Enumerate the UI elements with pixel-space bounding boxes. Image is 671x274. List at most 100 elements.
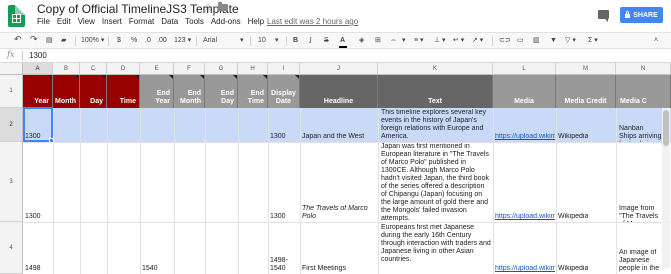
menu-insert[interactable]: Insert	[102, 17, 122, 26]
header-cell-display-date[interactable]: Display Date	[268, 75, 300, 108]
cell-a3-year[interactable]: 1300	[25, 213, 41, 221]
cell-j2-headline[interactable]: Japan and the West	[302, 133, 364, 141]
cell-i4-display-date[interactable]: 1498-1540	[270, 257, 299, 273]
column-header-l[interactable]: L	[493, 63, 556, 75]
insert-comment-icon[interactable]: ▭	[517, 36, 524, 46]
column-header-d[interactable]: D	[107, 63, 140, 75]
row-header-3[interactable]: 3	[0, 142, 23, 222]
folder-icon[interactable]	[218, 2, 228, 11]
font-size-arrow-icon[interactable]: ▾	[275, 36, 279, 46]
font-size-select[interactable]: 10	[258, 36, 266, 46]
merge-dropdown-icon[interactable]: ▾	[402, 36, 406, 46]
comments-icon[interactable]	[598, 10, 609, 22]
spreadsheet-grid[interactable]: A B C D E F G H I J K L M N 1 2 3 4 Year…	[0, 63, 671, 274]
cell-k2-text[interactable]: This timeline explores several key event…	[381, 109, 491, 142]
row-header-2[interactable]: 2	[0, 108, 23, 142]
paint-format-icon[interactable]: ▰	[61, 36, 66, 46]
strikethrough-button[interactable]: S	[324, 36, 329, 46]
cell-m2-credit[interactable]: Wikipedia	[558, 133, 588, 141]
header-cell-text[interactable]: Text	[378, 75, 493, 108]
menu-help[interactable]: Help	[248, 17, 264, 26]
column-header-a[interactable]: A	[23, 63, 53, 75]
vertical-align-icon[interactable]: ⊥ ▾	[434, 36, 446, 46]
cell-m4-credit[interactable]: Wikipedia	[558, 265, 588, 273]
horizontal-align-icon[interactable]: ≡ ▾	[414, 36, 424, 46]
header-cell-media-caption[interactable]: Media C	[616, 75, 671, 108]
undo-icon[interactable]: ↶	[14, 34, 22, 44]
column-header-f[interactable]: F	[174, 63, 205, 75]
select-all-corner[interactable]	[0, 63, 23, 75]
cell-j4-headline[interactable]: First Meetings	[302, 265, 346, 273]
menu-addons[interactable]: Add-ons	[211, 17, 241, 26]
row-header-1[interactable]: 1	[0, 75, 23, 108]
print-icon[interactable]: ▤	[46, 36, 53, 46]
column-header-h[interactable]: H	[238, 63, 268, 75]
collapse-toolbar-icon[interactable]: ˄	[654, 36, 658, 46]
star-icon[interactable]: ☆	[203, 1, 213, 14]
cell-n4-caption[interactable]: An image of Japanese people in the perio…	[619, 249, 662, 273]
text-rotation-icon[interactable]: ↗ ▾	[472, 36, 483, 46]
more-formats-select[interactable]: 123 ▾	[174, 36, 191, 46]
column-header-e[interactable]: E	[140, 63, 174, 75]
header-cell-end-day[interactable]: End Day	[205, 75, 238, 108]
text-color-button[interactable]: A	[340, 36, 345, 46]
borders-icon[interactable]: ⊞	[375, 36, 381, 46]
cell-j3-headline[interactable]: The Travels of Marco Polo	[302, 205, 376, 221]
functions-icon[interactable]: Σ ▾	[588, 36, 598, 46]
share-button[interactable]: SHARE	[620, 7, 663, 23]
header-cell-month[interactable]: Month	[53, 75, 80, 108]
column-header-i[interactable]: I	[268, 63, 300, 75]
insert-chart-icon[interactable]: ▥	[533, 36, 540, 46]
column-header-k[interactable]: K	[378, 63, 493, 75]
menu-file[interactable]: File	[37, 17, 50, 26]
header-cell-media-credit[interactable]: Media Credit	[556, 75, 616, 108]
increase-decimal-button[interactable]: .00	[157, 36, 167, 46]
cell-a4-year[interactable]: 1498	[25, 265, 41, 273]
header-cell-day[interactable]: Day	[80, 75, 107, 108]
column-header-n[interactable]: N	[616, 63, 671, 75]
header-cell-media[interactable]: Media	[493, 75, 556, 108]
cell-e4-end-year[interactable]: 1540	[142, 265, 158, 273]
cell-k4-text[interactable]: Europeans first met Japanese during the …	[381, 224, 491, 272]
merge-cells-icon[interactable]: ⇔	[390, 36, 397, 46]
cell-i2-display-date[interactable]: 1300	[270, 133, 286, 141]
cell-k3-text[interactable]: Japan was first mentioned in European li…	[381, 143, 491, 222]
menu-data[interactable]: Data	[161, 17, 178, 26]
column-header-c[interactable]: C	[80, 63, 107, 75]
zoom-select[interactable]: 100% ▾	[81, 36, 104, 46]
text-wrap-icon[interactable]: ↵ ▾	[453, 36, 464, 46]
last-edit-link[interactable]: Last edit was 2 hours ago	[267, 17, 358, 26]
fill-handle[interactable]	[49, 138, 54, 143]
scrollbar-thumb[interactable]	[663, 110, 669, 146]
column-header-m[interactable]: M	[556, 63, 616, 75]
redo-icon[interactable]: ↷	[30, 34, 38, 44]
insert-link-icon[interactable]: ⊂⊃	[499, 36, 511, 46]
currency-format-button[interactable]: $	[117, 36, 121, 46]
menu-format[interactable]: Format	[129, 17, 154, 26]
cell-l3-media[interactable]: https://upload.wikimedia.org/wikipedia	[495, 213, 555, 221]
column-header-b[interactable]: B	[53, 63, 80, 75]
header-cell-end-month[interactable]: End Month	[174, 75, 205, 108]
menu-view[interactable]: View	[78, 17, 95, 26]
header-cell-end-year[interactable]: End Year	[140, 75, 174, 108]
italic-button[interactable]: I	[309, 36, 312, 46]
bold-button[interactable]: B	[293, 36, 298, 46]
filter-icon[interactable]: ▼	[550, 36, 557, 46]
header-cell-year[interactable]: Year	[23, 75, 53, 108]
cell-n2-caption[interactable]: Nanban Ships arriving for trade in Japan	[619, 125, 662, 142]
percent-format-button[interactable]: %	[131, 36, 137, 46]
cell-i3-display-date[interactable]: 1300	[270, 213, 286, 221]
formula-input[interactable]: 1300	[29, 51, 47, 60]
header-cell-end-time[interactable]: End Time	[238, 75, 268, 108]
column-header-j[interactable]: J	[300, 63, 378, 75]
cell-n3-caption[interactable]: Image from "The Travels of Marco Polo."	[619, 205, 662, 222]
row-header-4[interactable]: 4	[0, 222, 23, 274]
menu-tools[interactable]: Tools	[185, 17, 204, 26]
font-family-select[interactable]: Arial	[203, 36, 217, 46]
font-dropdown-arrow-icon[interactable]: ▾	[240, 36, 244, 46]
sheets-logo-icon[interactable]	[8, 5, 25, 27]
menu-edit[interactable]: Edit	[57, 17, 71, 26]
cell-l2-media[interactable]: https://upload.wikimedia.org/wikipedia	[495, 133, 555, 141]
fill-color-icon[interactable]: ◈	[359, 36, 364, 46]
header-cell-headline[interactable]: Headline	[300, 75, 378, 108]
